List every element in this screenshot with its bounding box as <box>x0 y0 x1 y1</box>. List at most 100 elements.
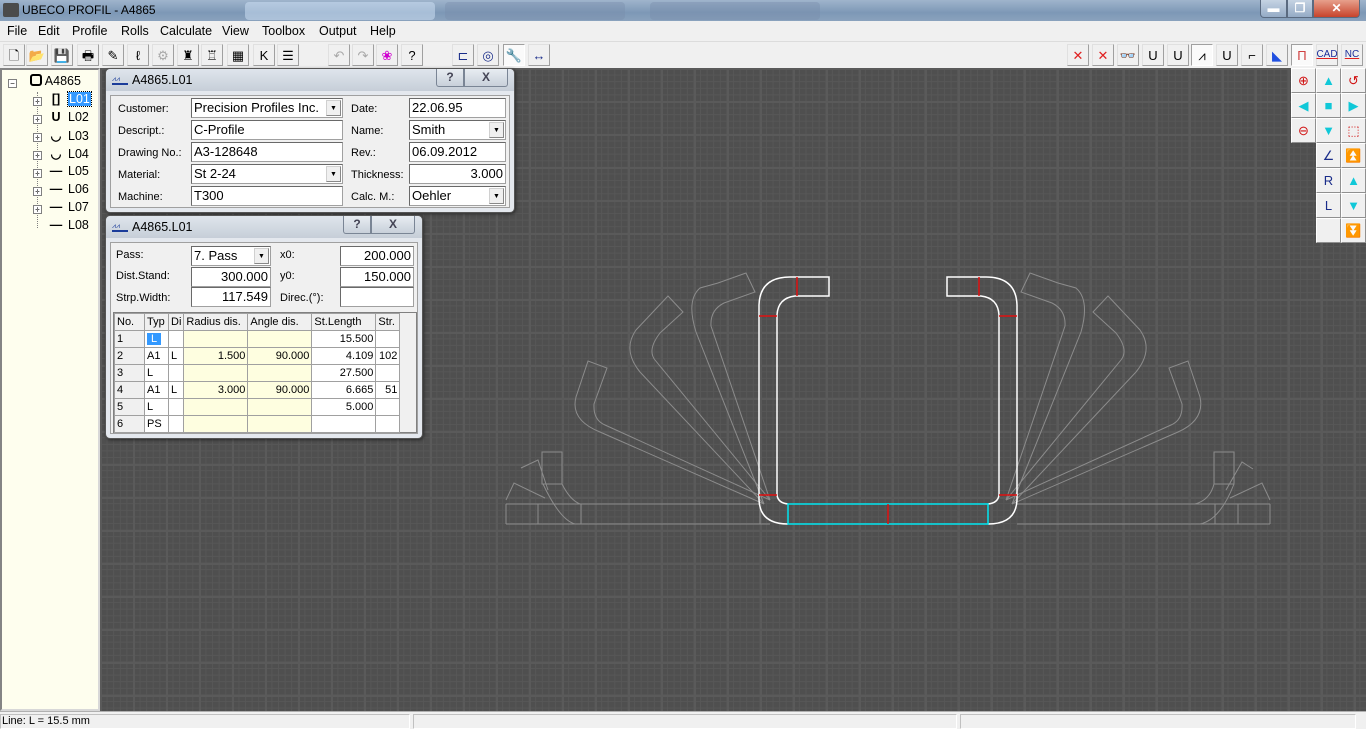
tree-item[interactable]: [] L01 <box>48 91 92 110</box>
table-cell[interactable]: 15.500 <box>311 330 377 348</box>
help-button[interactable]: ? <box>436 69 464 87</box>
y0-input[interactable]: 150.000 <box>340 267 414 287</box>
redo-button[interactable]: ↷ <box>352 44 374 66</box>
dialog-title-bar[interactable]: ⩘⩘ A4865.L01 ? X <box>106 216 422 238</box>
date-input[interactable]: 22.06.95 <box>409 98 506 118</box>
table-row[interactable]: 6 PS <box>114 415 401 433</box>
table-row[interactable]: 2 A1 L 1.500 90.000 4.109 102 <box>114 347 401 365</box>
delete-dimension-button[interactable]: ✕ <box>1092 44 1114 66</box>
tree-item[interactable]: ◡ L03 <box>48 128 89 146</box>
window-grid-button[interactable]: ▦ <box>227 44 249 66</box>
rev-input[interactable]: 06.09.2012 <box>409 142 506 162</box>
column-header[interactable]: Radius dis. <box>183 313 249 331</box>
menu-file[interactable]: File <box>7 24 27 38</box>
thickness-input[interactable]: 3.000 <box>409 164 506 184</box>
table-cell[interactable] <box>247 398 313 416</box>
table-cell[interactable]: L <box>167 381 185 399</box>
zoom-window-button[interactable]: ⬚ <box>1341 118 1366 143</box>
table-cell[interactable]: L <box>167 347 185 365</box>
pan-left-button[interactable]: ◀ <box>1291 93 1316 118</box>
table-cell[interactable]: 5 <box>114 398 145 416</box>
tree-item[interactable]: — L05 <box>48 164 89 182</box>
menu-view[interactable]: View <box>222 24 249 38</box>
u-profile-button[interactable]: U <box>1142 44 1164 66</box>
table-cell[interactable]: A1 <box>144 347 169 365</box>
table-cell[interactable]: PS <box>144 415 169 433</box>
glasses-button[interactable]: 👓 <box>1117 44 1139 66</box>
frame-button[interactable]: Π <box>1291 44 1313 66</box>
bend-curve-button[interactable]: ℓ <box>127 44 149 66</box>
direction-input[interactable] <box>340 287 414 307</box>
table-cell[interactable] <box>167 330 185 348</box>
machine-input[interactable]: T300 <box>191 186 343 206</box>
roll-tool-button[interactable]: ♜ <box>177 44 199 66</box>
table-cell[interactable]: 6.665 <box>311 381 377 399</box>
dist-stand-input[interactable]: 300.000 <box>191 267 271 287</box>
name-select[interactable]: Smith ▼ <box>409 120 506 140</box>
previous-pass-button[interactable]: ▲ <box>1341 168 1366 193</box>
table-row[interactable]: 3 L 27.500 <box>114 364 401 382</box>
table-cell[interactable]: A1 <box>144 381 169 399</box>
help-context-button[interactable]: ? <box>401 44 423 66</box>
zoom-out-button[interactable]: ⊖ <box>1291 118 1316 143</box>
dialog-title-bar[interactable]: ⩘⩘ A4865.L01 ? X <box>106 69 514 91</box>
flower-view-button[interactable]: ⩘ <box>1191 44 1213 66</box>
restore-button[interactable]: ❐ <box>1287 0 1313 18</box>
table-cell[interactable] <box>167 364 185 382</box>
description-input[interactable]: C-Profile <box>191 120 343 140</box>
table-cell[interactable]: L <box>144 398 169 416</box>
cad-export-button[interactable]: CAD <box>1316 44 1338 66</box>
robot-button[interactable]: ⚙ <box>152 44 174 66</box>
dimension-view-button[interactable]: ↔ <box>528 44 550 66</box>
table-cell[interactable] <box>183 398 249 416</box>
customer-select[interactable]: Precision Profiles Inc. ▼ <box>191 98 343 118</box>
table-cell[interactable] <box>167 415 185 433</box>
material-select[interactable]: St 2-24 ▼ <box>191 164 343 184</box>
help-button[interactable]: ? <box>343 216 371 234</box>
table-cell[interactable] <box>247 330 313 348</box>
color-3d-button[interactable]: ◣ <box>1266 44 1288 66</box>
table-cell[interactable] <box>375 330 401 348</box>
table-cell[interactable] <box>167 398 185 416</box>
table-cell[interactable]: 3 <box>114 364 145 382</box>
table-cell[interactable] <box>183 330 249 348</box>
tree-root[interactable]: A4865 <box>30 74 81 92</box>
menu-toolbox[interactable]: Toolbox <box>262 24 305 38</box>
radius-dimension-button[interactable]: R <box>1316 168 1341 193</box>
table-cell[interactable] <box>183 415 249 433</box>
close-dialog-button[interactable]: X <box>371 216 415 234</box>
calc-method-select[interactable]: Oehler ▼ <box>409 186 506 206</box>
table-cell[interactable]: 4 <box>114 381 145 399</box>
next-pass-button[interactable]: ▼ <box>1341 193 1366 218</box>
table-cell[interactable]: 51 <box>375 381 401 399</box>
menu-calculate[interactable]: Calculate <box>160 24 212 38</box>
tool-view-button[interactable]: 🔧 <box>503 44 525 66</box>
column-header[interactable]: Str. <box>375 313 401 331</box>
print-button[interactable]: 🖶 <box>77 44 99 66</box>
table-cell[interactable] <box>247 364 313 382</box>
table-cell[interactable]: 1.500 <box>183 347 249 365</box>
gun-button[interactable]: ⌐ <box>1241 44 1263 66</box>
column-header[interactable]: Di <box>167 313 185 331</box>
open-folder-button[interactable]: 📂 <box>26 44 48 66</box>
fit-view-button[interactable]: ■ <box>1316 93 1341 118</box>
tree-item[interactable]: ◡ L04 <box>48 146 89 164</box>
pan-down-button[interactable]: ▼ <box>1316 118 1341 143</box>
chevron-down-icon[interactable]: ▼ <box>326 166 341 182</box>
table-cell[interactable] <box>311 415 377 433</box>
table-cell[interactable] <box>375 415 401 433</box>
table-cell[interactable]: 90.000 <box>247 381 313 399</box>
table-cell[interactable]: 27.500 <box>311 364 377 382</box>
balloon-button[interactable]: ❀ <box>376 44 398 66</box>
table-cell[interactable] <box>247 415 313 433</box>
drawing-input[interactable]: A3-128648 <box>191 142 343 162</box>
pan-up-button[interactable]: ▲ <box>1316 68 1341 93</box>
column-header[interactable]: Typ <box>144 313 169 331</box>
chevron-down-icon[interactable]: ▼ <box>489 188 504 204</box>
tree-item[interactable]: — L06 <box>48 182 89 200</box>
zoom-in-button[interactable]: ⊕ <box>1291 68 1316 93</box>
table-cell[interactable]: 6 <box>114 415 145 433</box>
first-pass-button[interactable]: ⏫ <box>1341 143 1366 168</box>
table-cell[interactable]: 1 <box>114 330 145 348</box>
menu-edit[interactable]: Edit <box>38 24 60 38</box>
